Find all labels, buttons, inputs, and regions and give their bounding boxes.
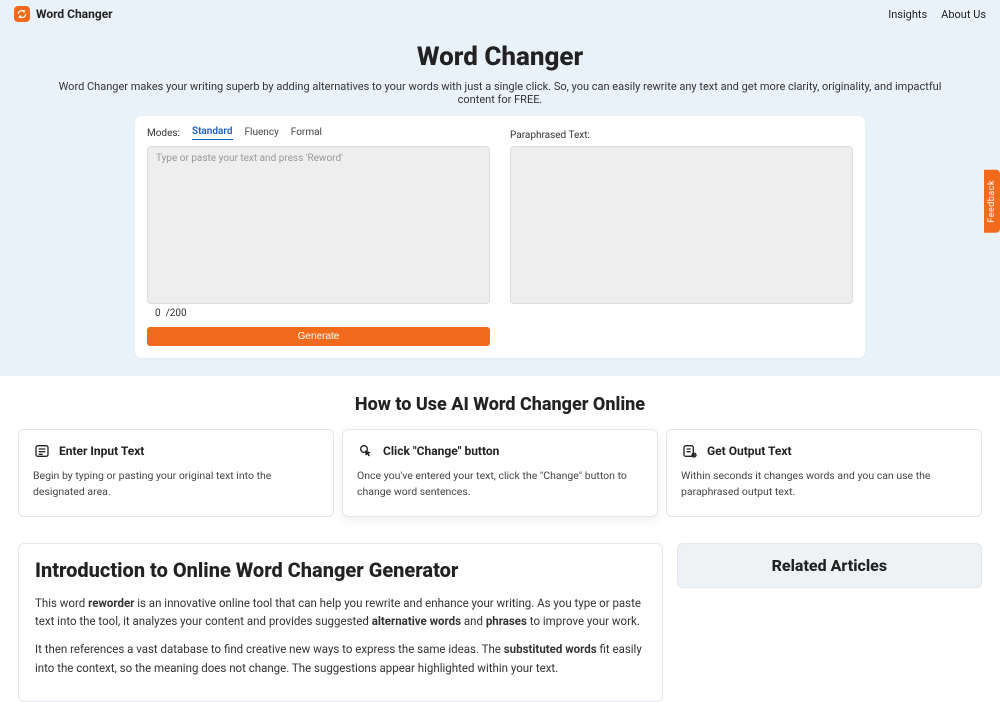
below-row: Introduction to Online Word Changer Gene… <box>0 525 1000 702</box>
brand-name: Word Changer <box>36 7 113 21</box>
char-counter: 0 /200 <box>147 308 490 319</box>
output-text-icon <box>681 442 699 460</box>
tool-panel: Modes: Standard Fluency Formal 0 /200 Ge… <box>135 116 865 358</box>
input-textarea[interactable] <box>147 146 490 304</box>
hero-section: Word Changer Word Changer makes your wri… <box>0 28 1000 376</box>
article-heading: Introduction to Online Word Changer Gene… <box>35 558 646 582</box>
howto-card-input: Enter Input Text Begin by typing or past… <box>18 429 334 517</box>
output-box <box>510 146 853 304</box>
mode-tab-formal[interactable]: Formal <box>291 127 322 140</box>
char-count: 0 <box>155 308 161 319</box>
nav-links: Insights About Us <box>888 8 986 21</box>
top-bar: Word Changer Insights About Us <box>0 0 1000 28</box>
related-heading: Related Articles <box>677 543 982 588</box>
page-title: Word Changer <box>0 42 1000 72</box>
howto-heading: How to Use AI Word Changer Online <box>0 394 1000 415</box>
article-p1: This word reworder is an innovative onli… <box>35 594 646 631</box>
brand-logo-icon <box>14 6 30 22</box>
howto-card-change: Click "Change" button Once you've entere… <box>342 429 658 517</box>
nav-insights[interactable]: Insights <box>888 8 927 21</box>
generate-button[interactable]: Generate <box>147 327 490 346</box>
feedback-tab[interactable]: Feedback <box>984 170 1000 233</box>
card-title: Enter Input Text <box>59 444 144 458</box>
card-desc: Once you've entered your text, click the… <box>357 468 643 500</box>
mode-tab-standard[interactable]: Standard <box>192 126 233 140</box>
nav-about[interactable]: About Us <box>941 8 986 21</box>
card-title: Click "Change" button <box>383 444 499 458</box>
article-section: Introduction to Online Word Changer Gene… <box>18 543 663 702</box>
brand[interactable]: Word Changer <box>14 6 113 22</box>
char-limit: 200 <box>170 308 187 319</box>
cursor-click-icon <box>357 442 375 460</box>
page-subtitle: Word Changer makes your writing superb b… <box>50 80 950 106</box>
input-column: 0 /200 Generate <box>147 146 490 346</box>
card-title: Get Output Text <box>707 444 792 458</box>
howto-section: How to Use AI Word Changer Online Enter … <box>0 376 1000 525</box>
modes-label: Modes: <box>147 128 180 139</box>
input-text-icon <box>33 442 51 460</box>
article-p2: It then references a vast database to fi… <box>35 640 646 677</box>
howto-card-output: Get Output Text Within seconds it change… <box>666 429 982 517</box>
related-section: Related Articles <box>677 543 982 702</box>
mode-tab-fluency[interactable]: Fluency <box>245 127 279 140</box>
output-column: Paraphrased Text: <box>510 146 853 346</box>
modes-row: Modes: Standard Fluency Formal <box>147 126 853 140</box>
card-desc: Begin by typing or pasting your original… <box>33 468 319 500</box>
card-desc: Within seconds it changes words and you … <box>681 468 967 500</box>
